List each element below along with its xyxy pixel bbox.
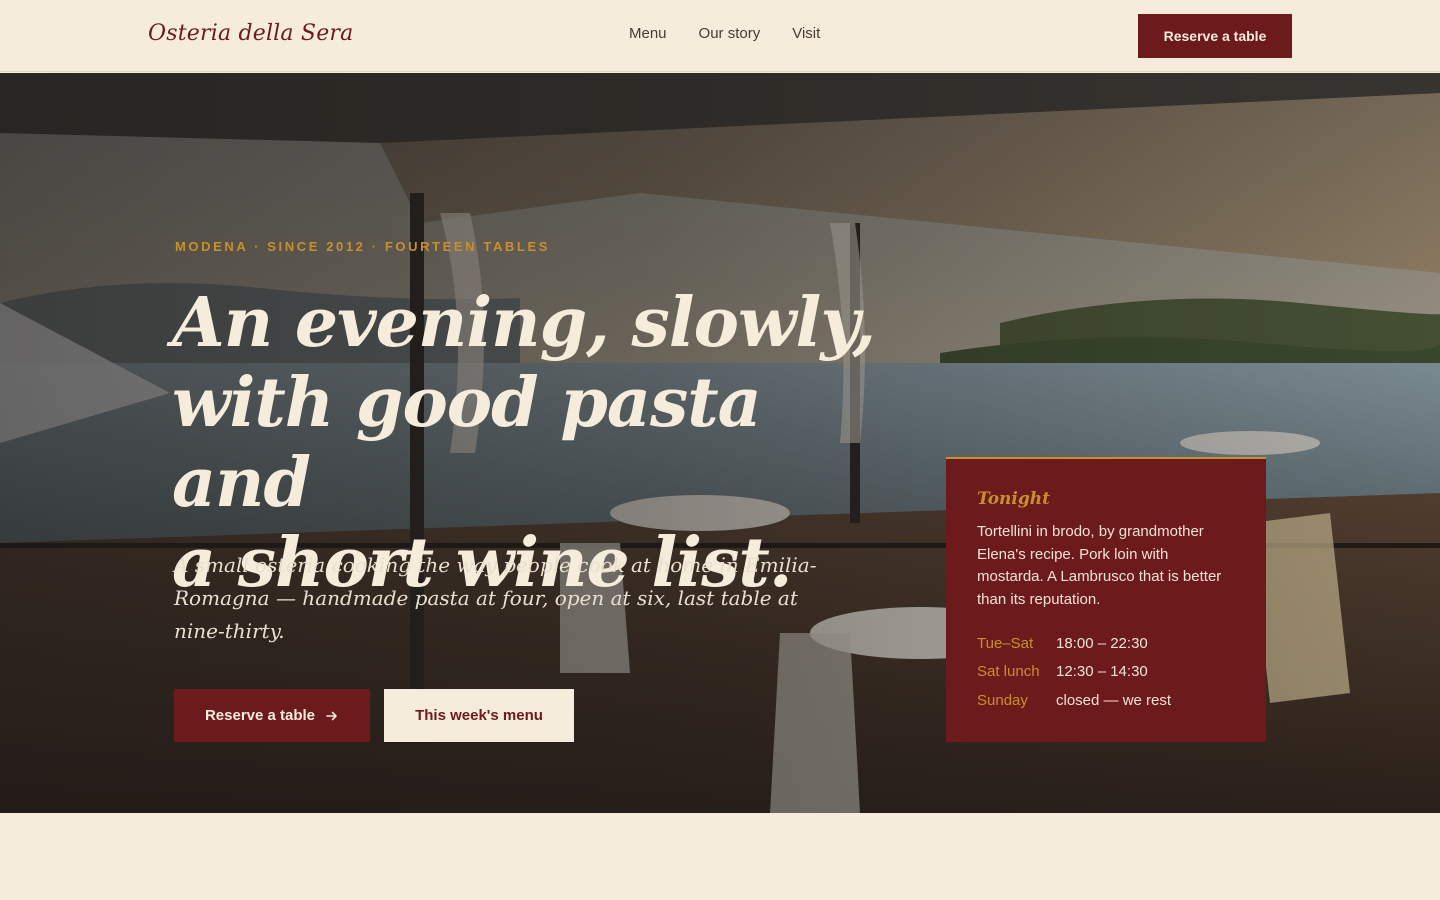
nav-link-visit[interactable]: Visit	[792, 25, 820, 42]
hours-row: Sunday closed — we rest	[977, 686, 1235, 715]
hours-time: closed — we rest	[1056, 691, 1172, 709]
top-nav: Osteria della Sera Menu Our story Visit …	[0, 0, 1440, 72]
weekly-menu-button[interactable]: This week's menu	[384, 689, 574, 742]
headline-line: with good pasta and	[172, 363, 762, 523]
hours-time: 18:00 – 22:30	[1056, 634, 1148, 652]
tonight-card: Tonight Tortellini in brodo, by grandmot…	[946, 457, 1266, 742]
hours-day: Sunday	[977, 691, 1028, 709]
nav-links: Menu Our story Visit	[629, 25, 820, 42]
hours-day: Sat lunch	[977, 663, 1040, 681]
hero-lede: A small osteria cooking the way people c…	[174, 553, 817, 643]
headline-line: An evening, slowly,	[172, 283, 876, 363]
reserve-table-label: Reserve a table	[204, 707, 316, 724]
brand-logo[interactable]: Osteria della Sera	[148, 21, 353, 46]
arrow-right-icon	[326, 711, 337, 720]
hours-time: 12:30 – 14:30	[1056, 663, 1148, 681]
nav-link-menu[interactable]: Menu	[629, 25, 667, 42]
reserve-table-button[interactable]: Reserve a table	[174, 689, 370, 742]
nav-link-our-story[interactable]: Our story	[699, 25, 761, 42]
hours-row: Sat lunch 12:30 – 14:30	[977, 658, 1235, 687]
hours-row: Tue–Sat 18:00 – 22:30	[977, 629, 1235, 658]
tonight-description: Tortellini in brodo, by grandmother Elen…	[977, 523, 1222, 608]
tonight-title: Tonight	[977, 489, 1050, 509]
nav-reserve-button[interactable]: Reserve a table	[1138, 14, 1292, 58]
page-below-hero	[0, 813, 1440, 900]
hero: MODENA · SINCE 2012 · FOURTEEN TABLES An…	[0, 73, 1440, 813]
opening-hours: Tue–Sat 18:00 – 22:30 Sat lunch 12:30 – …	[977, 629, 1235, 715]
hero-eyebrow: MODENA · SINCE 2012 · FOURTEEN TABLES	[175, 239, 551, 254]
hours-day: Tue–Sat	[977, 634, 1034, 652]
